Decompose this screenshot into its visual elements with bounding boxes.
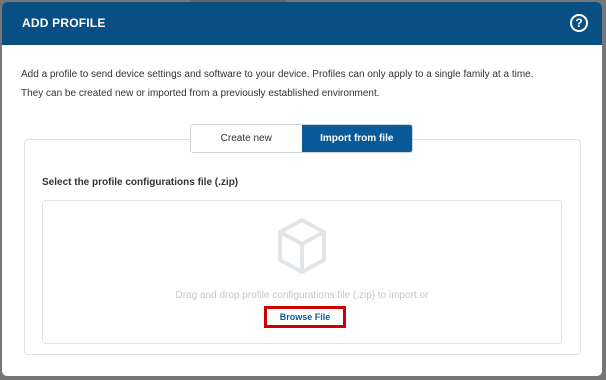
browse-file-button[interactable]: Browse File <box>264 306 346 328</box>
file-drop-zone[interactable]: Drag and drop profile configurations fil… <box>42 200 562 344</box>
dialog-description: Add a profile to send device settings an… <box>21 65 586 103</box>
description-line-1: Add a profile to send device settings an… <box>21 69 534 80</box>
dialog-header: ADD PROFILE ? <box>2 2 602 45</box>
add-profile-dialog: ADD PROFILE ? Add a profile to send devi… <box>2 2 602 376</box>
dialog-title: ADD PROFILE <box>22 16 106 30</box>
tab-create-new[interactable]: Create new <box>191 125 302 152</box>
profile-source-tabs: Create new Import from file <box>190 124 413 153</box>
description-line-2: They can be created new or imported from… <box>21 88 380 99</box>
tab-import-from-file[interactable]: Import from file <box>301 125 412 152</box>
drop-instructions: Drag and drop profile configurations fil… <box>175 290 429 301</box>
select-file-label: Select the profile configurations file (… <box>42 177 239 188</box>
help-icon[interactable]: ? <box>570 14 588 32</box>
box-icon <box>278 218 326 274</box>
